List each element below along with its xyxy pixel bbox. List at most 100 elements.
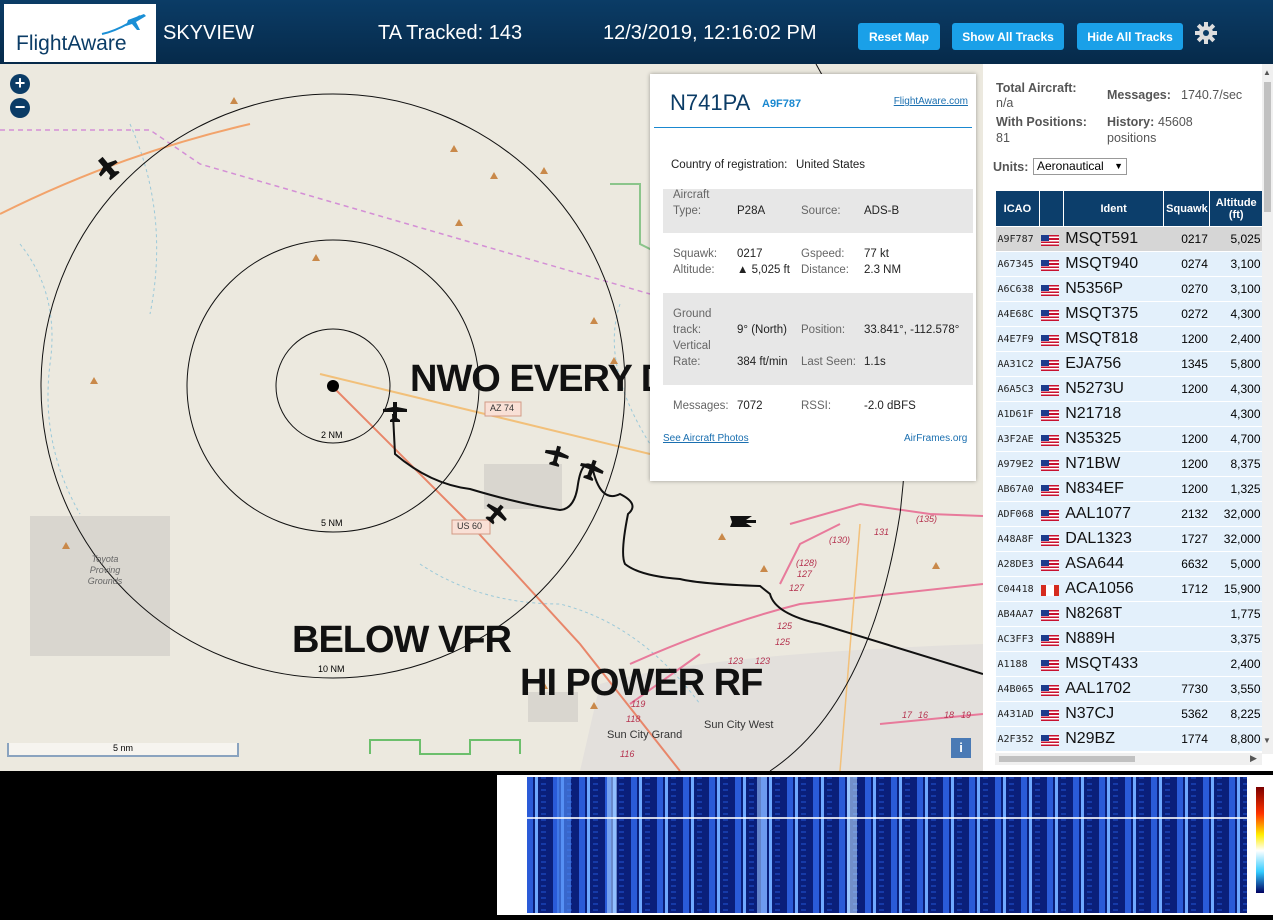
table-vertical-scrollbar[interactable]: ▲ ▼ [1262, 64, 1273, 754]
cell-icao: A2F352 [995, 726, 1040, 752]
vertical-rate-value: 384 ft/min [737, 356, 788, 368]
cell-altitude: 3,550 [1209, 676, 1263, 702]
last-seen-value: 1.1s [864, 356, 886, 368]
cell-icao: A3F2AE [995, 426, 1040, 452]
distance-value: 2.3 NM [864, 264, 902, 276]
col-squawk[interactable]: Squawk [1163, 190, 1211, 227]
plane-logo-icon [101, 14, 146, 35]
history-unit: positions [1107, 131, 1157, 145]
route-number: 116 [620, 749, 635, 759]
table-row[interactable]: A28DE3 ASA644 6632 5,000 [995, 551, 1263, 577]
table-row[interactable]: A48A8F DAL1323 1727 32,000 [995, 526, 1263, 552]
cell-icao: AA31C2 [995, 351, 1040, 377]
reset-map-button[interactable]: Reset Map [858, 23, 940, 50]
us-flag-icon [1041, 309, 1060, 321]
aircraft-sidebar: Total Aircraft: n/a Messages: 1740.7/sec… [983, 64, 1273, 771]
ta-tracked-count: TA Tracked: 143 [378, 22, 523, 44]
table-row[interactable]: A1188 MSQT433 2,400 [995, 651, 1263, 677]
aircraft-photos-link[interactable]: See Aircraft Photos [663, 433, 749, 444]
table-row[interactable]: A4B065 AAL1702 7730 3,550 [995, 676, 1263, 702]
us-flag-icon [1041, 734, 1060, 746]
us-flag-icon [1041, 234, 1060, 246]
table-row[interactable]: A4E7F9 MSQT818 1200 2,400 [995, 326, 1263, 352]
popup-hex-link[interactable]: A9F787 [762, 98, 801, 110]
table-row[interactable]: C04418 ACA1056 1712 15,900 [995, 576, 1263, 602]
road-label-us60: US 60 [457, 521, 483, 531]
cell-icao: AC3FF3 [995, 626, 1040, 652]
table-row[interactable]: A1D61F N21718 4,300 [995, 401, 1263, 427]
table-horizontal-scrollbar[interactable]: ▶ [995, 753, 1262, 765]
table-row[interactable]: A3F2AE N35325 1200 4,700 [995, 426, 1263, 452]
col-ident[interactable]: Ident [1062, 190, 1165, 227]
waterfall-image [527, 777, 1264, 913]
cell-icao: A6A5C3 [995, 376, 1040, 402]
table-row[interactable]: A2F352 N29BZ 1774 8,800 [995, 726, 1263, 752]
gear-icon[interactable] [1194, 21, 1218, 45]
scrollbar-thumb[interactable] [999, 756, 1135, 762]
cell-altitude: 4,700 [1209, 426, 1263, 452]
table-row[interactable]: ADF068 AAL1077 2132 32,000 [995, 501, 1263, 527]
table-row[interactable]: AB4AA7 N8268T 1,775 [995, 601, 1263, 627]
table-row[interactable]: AB67A0 N834EF 1200 1,325 [995, 476, 1263, 502]
col-flag[interactable] [1038, 190, 1064, 227]
cell-flag [1039, 676, 1064, 702]
airframes-link[interactable]: AirFrames.org [904, 433, 967, 444]
cell-ident: N889H [1063, 626, 1164, 652]
aircraft-type-value: P28A [737, 205, 766, 217]
units-select[interactable]: Aeronautical ▼ [1033, 158, 1127, 175]
flightaware-logo[interactable]: FlightAware [4, 4, 156, 62]
table-row[interactable]: A979E2 N71BW 1200 8,375 [995, 451, 1263, 477]
cell-altitude: 1,775 [1209, 601, 1263, 627]
cell-squawk: 2132 [1163, 501, 1210, 527]
scroll-right-icon[interactable]: ▶ [1250, 753, 1257, 764]
ground-track-label-line2: track: [673, 324, 702, 336]
squawk-label: Squawk: [673, 248, 718, 260]
spectrum-waterfall [497, 775, 1273, 915]
cell-altitude: 5,800 [1209, 351, 1263, 377]
aircraft-type-label-line1: Aircraft [673, 189, 710, 201]
route-number: 125 [775, 637, 791, 647]
route-number: (135) [916, 514, 938, 524]
cell-ident: N29BZ [1063, 726, 1164, 752]
cell-flag [1039, 326, 1064, 352]
place-sun-city-grand: Sun City Grand [607, 729, 683, 741]
gspeed-value: 77 kt [864, 248, 889, 260]
route-number: 17 [902, 710, 913, 720]
table-row[interactable]: A4E68C MSQT375 0272 4,300 [995, 301, 1263, 327]
show-all-tracks-button[interactable]: Show All Tracks [952, 23, 1064, 50]
cell-ident: MSQT433 [1063, 651, 1164, 677]
cell-flag [1039, 301, 1064, 327]
source-value: ADS-B [864, 205, 900, 217]
flightaware-link[interactable]: FlightAware.com [894, 96, 968, 107]
table-row[interactable]: A6C638 N5356P 0270 3,100 [995, 276, 1263, 302]
zoom-out-button[interactable]: − [10, 98, 30, 118]
cell-flag [1039, 451, 1064, 477]
cell-squawk: 1727 [1163, 526, 1210, 552]
col-icao[interactable]: ICAO [995, 190, 1040, 227]
table-row[interactable]: A431AD N37CJ 5362 8,225 [995, 701, 1263, 727]
annotation-hi-power-rf: HI POWER RF [520, 662, 763, 704]
ring-label-10nm: 10 NM [318, 664, 345, 674]
hide-all-tracks-button[interactable]: Hide All Tracks [1077, 23, 1183, 50]
cell-altitude: 3,100 [1209, 276, 1263, 302]
position-label: Position: [801, 324, 846, 336]
col-altitude[interactable]: Altitude (ft) [1209, 190, 1263, 227]
cell-ident: N8268T [1063, 601, 1164, 627]
us-flag-icon [1041, 559, 1060, 571]
cell-icao: A1188 [995, 651, 1040, 677]
scrollbar-thumb[interactable] [1264, 82, 1271, 212]
table-row[interactable]: AA31C2 EJA756 1345 5,800 [995, 351, 1263, 377]
info-button[interactable]: i [951, 738, 971, 758]
table-row[interactable]: A67345 MSQT940 0274 3,100 [995, 251, 1263, 277]
vertical-rate-label-line2: Rate: [673, 356, 701, 368]
table-row[interactable]: A9F787 MSQT591 0217 5,025 [995, 226, 1263, 252]
scroll-up-icon[interactable]: ▲ [1263, 68, 1271, 77]
us-flag-icon [1041, 634, 1060, 646]
scroll-down-icon[interactable]: ▼ [1263, 736, 1271, 745]
road-label-az74: AZ 74 [490, 403, 515, 413]
table-row[interactable]: AC3FF3 N889H 3,375 [995, 626, 1263, 652]
zoom-in-button[interactable]: + [10, 74, 30, 94]
cell-ident: DAL1323 [1063, 526, 1164, 552]
cell-icao: A431AD [995, 701, 1040, 727]
table-row[interactable]: A6A5C3 N5273U 1200 4,300 [995, 376, 1263, 402]
